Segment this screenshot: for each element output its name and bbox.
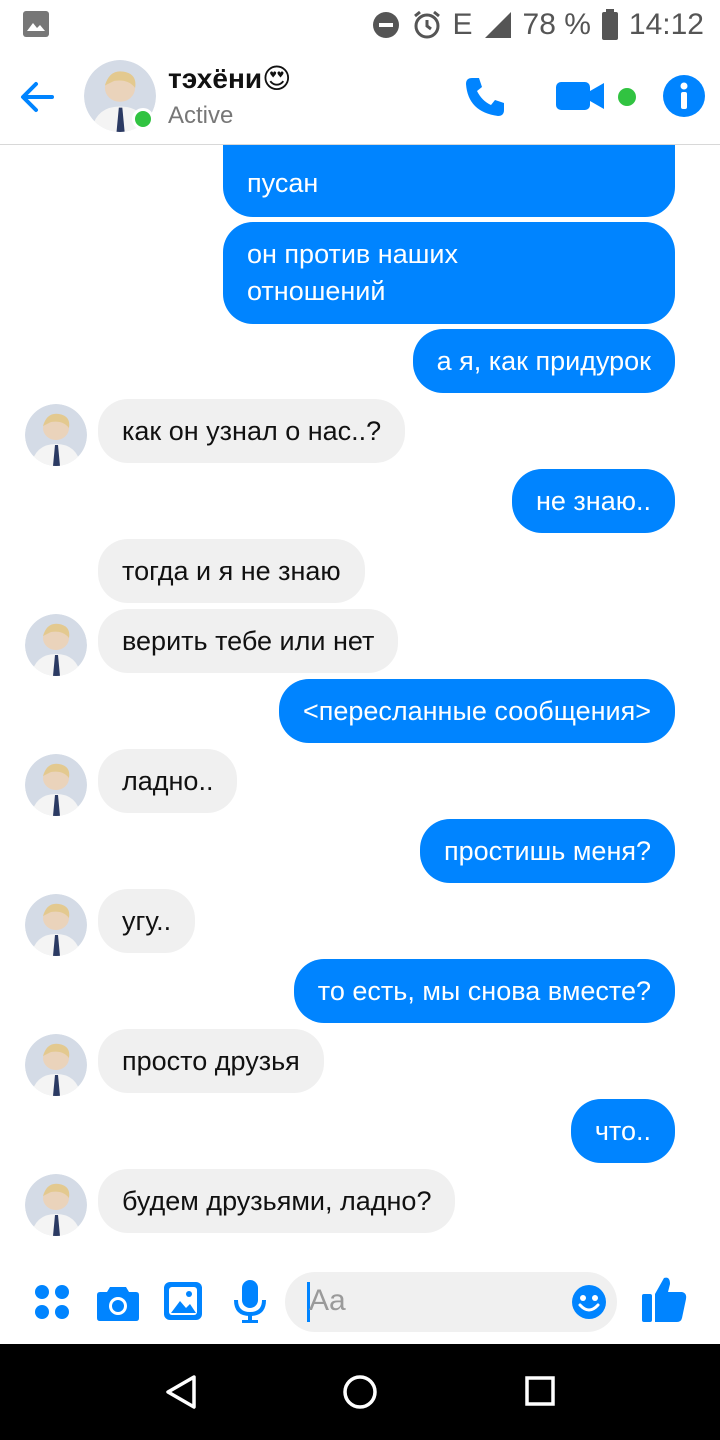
back-triangle-icon[interactable] xyxy=(164,1374,198,1415)
sender-avatar[interactable] xyxy=(25,894,87,956)
back-arrow-icon[interactable] xyxy=(16,76,58,118)
microphone-icon[interactable] xyxy=(232,1278,268,1329)
message-bubble-outgoing[interactable]: <пересланные сообщения> xyxy=(278,679,675,743)
message-bubble-outgoing[interactable]: то есть, мы снова вместе? xyxy=(293,959,675,1023)
signal-icon xyxy=(484,12,511,38)
contact-status: Active xyxy=(168,102,234,129)
message-bubble-incoming[interactable]: угу.. xyxy=(98,889,196,953)
message-bubble-outgoing[interactable]: он против наших отношений xyxy=(223,222,675,324)
sender-avatar[interactable] xyxy=(25,754,87,816)
message-bubble-outgoing[interactable]: простишь меня? xyxy=(420,819,675,883)
gallery-notification-icon xyxy=(22,10,50,43)
emoji-icon[interactable] xyxy=(571,1284,607,1325)
message-bubble-outgoing[interactable]: что.. xyxy=(570,1099,675,1163)
do-not-disturb-icon xyxy=(372,12,399,38)
message-bubble-incoming[interactable]: просто друзья xyxy=(98,1029,324,1093)
video-active-dot xyxy=(618,88,636,111)
system-navigation-bar xyxy=(0,1344,720,1440)
online-indicator xyxy=(132,108,154,130)
network-type: E xyxy=(452,8,473,41)
contact-name[interactable]: тэхёни😍 xyxy=(168,62,291,95)
conversation-header: тэхёни😍 Active xyxy=(0,50,720,145)
alarm-icon xyxy=(413,10,440,39)
message-bubble-incoming[interactable]: ладно.. xyxy=(98,749,238,813)
message-bubble-incoming[interactable]: как он узнал о нас..? xyxy=(98,399,406,463)
message-bubble-incoming[interactable]: будем друзьями, ладно? xyxy=(98,1169,456,1233)
message-bubble-incoming[interactable]: тогда и я не знаю xyxy=(98,539,365,603)
message-list[interactable]: пусан он против наших отношений а я, как… xyxy=(0,145,720,1260)
gallery-icon[interactable] xyxy=(162,1280,204,1327)
sender-avatar[interactable] xyxy=(25,404,87,466)
message-bubble-outgoing[interactable]: пусан xyxy=(223,145,675,217)
info-icon[interactable] xyxy=(662,74,706,123)
message-bubble-outgoing[interactable]: а я, как придурок xyxy=(412,329,675,393)
sender-avatar[interactable] xyxy=(25,1174,87,1236)
message-input[interactable]: Aa xyxy=(285,1272,617,1332)
battery-icon xyxy=(601,9,618,40)
clock: 14:12 xyxy=(628,8,704,41)
battery-percent: 78 % xyxy=(522,8,591,41)
sender-avatar[interactable] xyxy=(25,614,87,676)
message-input-placeholder: Aa xyxy=(309,1284,346,1317)
phone-icon[interactable] xyxy=(462,74,508,125)
sender-avatar[interactable] xyxy=(25,1034,87,1096)
home-circle-icon[interactable] xyxy=(342,1374,378,1415)
message-bubble-outgoing[interactable]: не знаю.. xyxy=(512,469,675,533)
thumbs-up-icon[interactable] xyxy=(640,1274,688,1329)
recents-square-icon[interactable] xyxy=(524,1374,556,1413)
apps-icon[interactable] xyxy=(32,1282,72,1327)
camera-icon[interactable] xyxy=(96,1282,140,1327)
message-bubble-incoming[interactable]: верить тебе или нет xyxy=(98,609,399,673)
video-camera-icon[interactable] xyxy=(556,80,606,117)
composer-bar: Aa xyxy=(0,1260,720,1344)
status-bar: E 78 % 14:12 xyxy=(0,0,720,50)
